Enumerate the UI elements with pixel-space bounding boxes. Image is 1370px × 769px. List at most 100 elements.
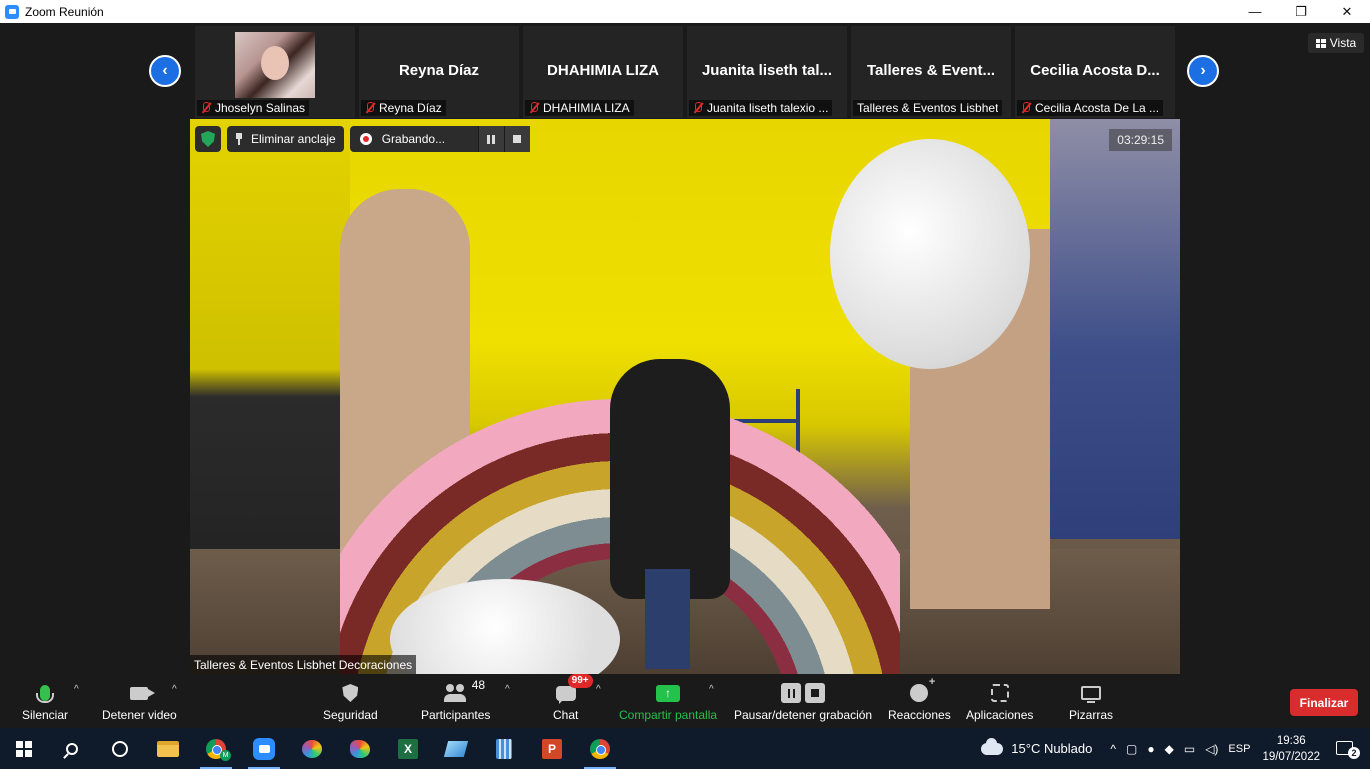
whiteboards-button[interactable]: Pizarras [1069, 680, 1113, 726]
participant-photo [235, 32, 315, 98]
participant-tile[interactable]: Cecilia Acosta D... Cecilia Acosta De La… [1015, 26, 1175, 118]
participant-label: Juanita liseth talexio ... [689, 100, 833, 116]
participants-count: 48 [471, 678, 486, 692]
main-video[interactable]: Eliminar anclaje Grabando... 03:29:15 Ta… [190, 119, 1180, 675]
whiteboard-icon [1081, 686, 1101, 703]
end-meeting-button[interactable]: Finalizar [1290, 689, 1358, 716]
share-options-caret[interactable]: ^ [709, 684, 714, 695]
start-button[interactable] [0, 728, 48, 769]
weather-widget[interactable]: 15°C Nublado [1011, 741, 1092, 756]
share-screen-button[interactable]: ↑ Compartir pantalla [619, 680, 717, 726]
participant-display-name: Reyna Díaz [398, 62, 480, 79]
taskbar-zoom[interactable] [240, 728, 288, 769]
shield-icon [342, 684, 359, 702]
participant-tile[interactable]: Reyna Díaz Reyna Díaz [359, 26, 519, 118]
system-tray: 15°C Nublado ^ ▢ ● ◆ ▭ ◁) ESP 19:36 19/0… [981, 728, 1370, 769]
chat-unread-badge: 99+ [567, 674, 593, 688]
taskbar-clock[interactable]: 19:36 19/07/2022 [1262, 733, 1320, 765]
unpin-button[interactable]: Eliminar anclaje [227, 126, 344, 152]
security-status-button[interactable] [195, 126, 221, 152]
mute-button[interactable]: Silenciar [22, 680, 68, 726]
chevron-right-icon: › [1200, 62, 1206, 79]
security-button[interactable]: Seguridad [323, 680, 378, 726]
participant-label: Talleres & Eventos Lisbhet [853, 100, 1003, 116]
pause-stop-recording-button[interactable]: Pausar/detener grabación [734, 680, 872, 726]
minimize-button[interactable]: — [1232, 0, 1278, 23]
palette-icon [350, 739, 370, 758]
stop-video-button[interactable]: Detener video [102, 680, 177, 726]
excel-icon: X [398, 738, 418, 759]
apps-icon [990, 684, 1009, 702]
taskbar-powerpoint[interactable]: P [528, 728, 576, 769]
participant-tile[interactable]: DHAHIMIA LIZA DHAHIMIA LIZA [523, 26, 683, 118]
video-person [610, 359, 730, 599]
participant-tile[interactable]: Jhoselyn Salinas [195, 26, 355, 118]
pause-icon [487, 134, 496, 144]
chevron-up-icon[interactable]: ^ [1110, 742, 1116, 756]
taskbar-chrome[interactable] [576, 728, 624, 769]
recording-label: Grabando... [381, 132, 446, 146]
pause-recording-button[interactable] [477, 126, 504, 152]
participant-display-name: DHAHIMIA LIZA [547, 62, 659, 79]
pin-icon [235, 133, 243, 145]
restore-button[interactable]: ❐ [1278, 0, 1324, 23]
security-tray-icon[interactable]: ◆ [1165, 742, 1174, 756]
video-background [1050, 119, 1180, 539]
chat-options-caret[interactable]: ^ [596, 684, 601, 695]
stop-recording-button[interactable] [503, 126, 530, 152]
chat-button[interactable]: 99+ Chat [553, 674, 593, 726]
taskbar-glass-app[interactable] [432, 728, 480, 769]
mic-muted-icon [199, 101, 213, 115]
video-options-caret[interactable]: ^ [172, 684, 177, 695]
chevron-left-icon: ‹ [162, 62, 168, 79]
participant-label: Reyna Díaz [361, 100, 446, 116]
participant-tile[interactable]: Talleres & Event... Talleres & Eventos L… [851, 26, 1011, 118]
window-titlebar: Zoom Reunión — ❐ ✕ [0, 0, 1370, 23]
pause-icon [781, 683, 802, 703]
meeting-timer: 03:29:15 [1109, 129, 1172, 151]
participant-tile[interactable]: Juanita liseth tal... Juanita liseth tal… [687, 26, 847, 118]
taskbar-paint-3d[interactable] [288, 728, 336, 769]
recording-indicator: Grabando... [349, 126, 530, 152]
taskbar-paint[interactable] [336, 728, 384, 769]
video-person [645, 569, 690, 669]
next-page-button[interactable]: › [1187, 55, 1219, 87]
taskbar-chrome-profile[interactable]: M [192, 728, 240, 769]
clock-time: 19:36 [1276, 734, 1306, 747]
reactions-button[interactable]: Reacciones [888, 676, 951, 726]
taskbar-cortana-button[interactable] [96, 728, 144, 769]
mic-muted-icon [363, 101, 377, 115]
view-button-label: Vista [1329, 36, 1357, 50]
apps-button[interactable]: Aplicaciones [966, 680, 1033, 726]
windows-taskbar: M X P 15°C Nublado ^ ▢ ● ◆ ▭ ◁) ESP 19:3… [0, 728, 1370, 769]
profile-badge: M [220, 750, 231, 761]
audio-options-caret[interactable]: ^ [74, 684, 79, 695]
taskbar-excel[interactable]: X [384, 728, 432, 769]
view-button[interactable]: Vista [1308, 33, 1364, 53]
close-button[interactable]: ✕ [1324, 0, 1370, 23]
taskbar-calculator[interactable] [480, 728, 528, 769]
network-icon[interactable]: ▭ [1184, 742, 1195, 756]
device-icon[interactable]: ▢ [1126, 742, 1137, 756]
participant-display-name: Juanita liseth tal... [701, 62, 833, 79]
notification-count: 2 [1348, 746, 1360, 759]
camera-icon [130, 686, 156, 700]
input-language[interactable]: ESP [1228, 743, 1250, 755]
search-icon [66, 742, 78, 755]
taskbar-search-button[interactable] [48, 728, 96, 769]
previous-page-button[interactable]: ‹ [149, 55, 181, 87]
participant-display-name: Cecilia Acosta D... [1030, 62, 1160, 79]
participants-button[interactable]: 48 Participantes [421, 678, 490, 726]
shield-check-icon [201, 131, 215, 147]
mic-muted-icon [1019, 101, 1033, 115]
taskbar-file-explorer[interactable] [144, 728, 192, 769]
notification-center-button[interactable]: 2 [1336, 739, 1360, 759]
volume-icon[interactable]: ◁) [1205, 742, 1218, 756]
speaker-name-label: Talleres & Eventos Lisbhet Decoraciones [190, 655, 417, 675]
microphone-icon [36, 685, 55, 703]
microphone-tray-icon[interactable]: ● [1147, 742, 1154, 756]
circle-icon [112, 740, 128, 757]
meeting-toolbar: Silenciar ^ Detener video ^ Seguridad 48… [0, 674, 1370, 728]
participants-options-caret[interactable]: ^ [505, 684, 510, 695]
tray-icons: ^ ▢ ● ◆ ▭ ◁) [1110, 742, 1218, 756]
